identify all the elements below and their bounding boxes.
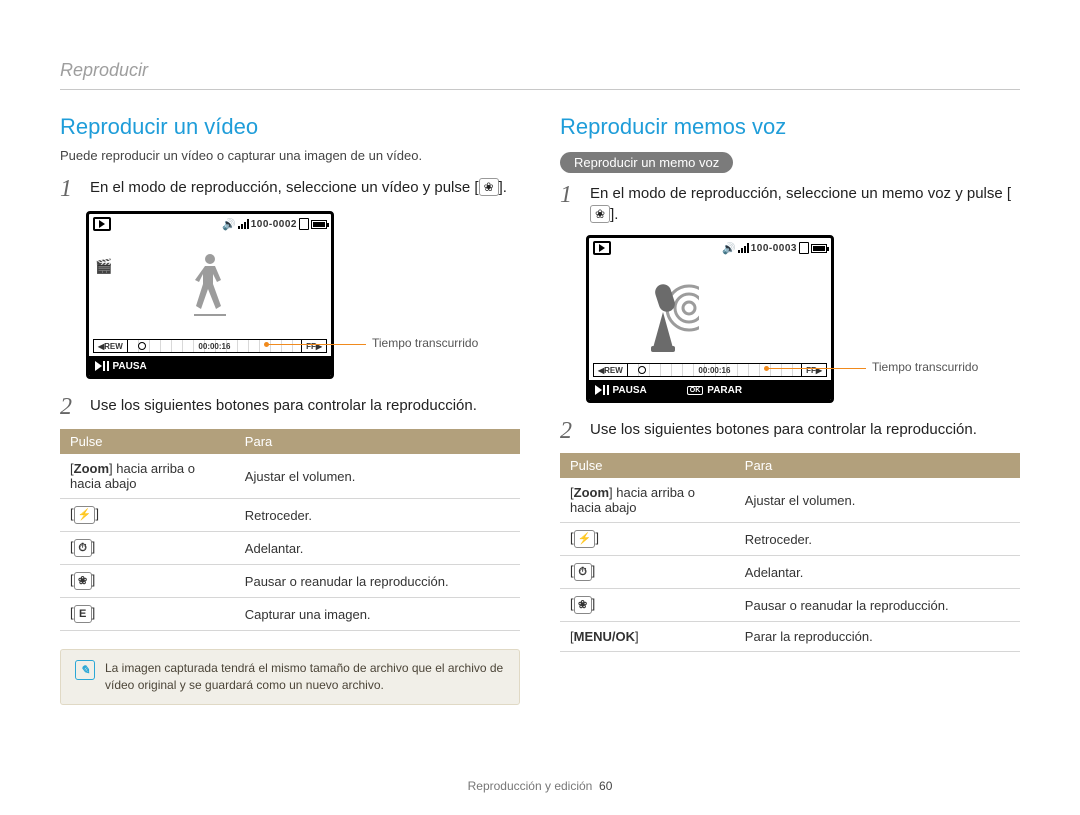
cell-pulse: [⚡] <box>560 523 735 556</box>
voice-step1: 1 En el modo de reproducción, seleccione… <box>560 183 1020 225</box>
forward-button[interactable]: FF ▶ <box>801 363 827 377</box>
rewind-button[interactable]: ◀ REW <box>593 363 628 377</box>
elapsed-time: 00:00:16 <box>198 342 230 351</box>
battery-icon <box>811 244 827 253</box>
subheading-pill: Reproducir un memo voz <box>560 152 733 173</box>
skater-silhouette <box>190 250 230 320</box>
cell-pulse: [⏱] <box>560 556 735 589</box>
table-row: [Zoom] hacia arriba o hacia abajoAjustar… <box>60 454 520 499</box>
cell-para: Adelantar. <box>235 532 520 565</box>
step2-text: Use los siguientes botones para controla… <box>590 419 977 443</box>
step-number: 2 <box>60 395 82 419</box>
sound-icon: 🔊 <box>222 218 236 231</box>
video-step1: 1 En el modo de reproducción, seleccione… <box>60 177 520 201</box>
table-row: [❀]Pausar o reanudar la reproducción. <box>60 565 520 598</box>
cell-para: Capturar una imagen. <box>235 598 520 631</box>
table-row: [❀]Pausar o reanudar la reproducción. <box>560 589 1020 622</box>
cell-pulse: [⚡] <box>60 499 235 532</box>
page-number: 60 <box>599 779 612 793</box>
cell-para: Ajustar el volumen. <box>235 454 520 499</box>
cell-pulse: [❀] <box>560 589 735 622</box>
table-row: [E]Capturar una imagen. <box>60 598 520 631</box>
voice-controls-table: Pulse Para [Zoom] hacia arriba o hacia a… <box>560 453 1020 652</box>
cell-pulse: [Zoom] hacia arriba o hacia abajo <box>60 454 235 499</box>
step1-text: En el modo de reproducción, seleccione u… <box>590 185 1011 202</box>
note-box: ✎ La imagen capturada tendrá el mismo ta… <box>60 649 520 705</box>
video-lcd-screenshot: 🔊 100-0002 🎬 ◀ REW 00:00 <box>86 211 334 379</box>
callout-elapsed: Tiempo transcurrido <box>372 336 478 350</box>
cell-pulse: [Zoom] hacia arriba o hacia abajo <box>560 478 735 523</box>
table-row: [⏱]Adelantar. <box>560 556 1020 589</box>
cell-para: Pausar o reanudar la reproducción. <box>235 565 520 598</box>
sound-icon: 🔊 <box>722 242 736 255</box>
signal-bars-icon <box>738 243 749 253</box>
flower-button-icon: ❀ <box>590 205 610 223</box>
note-text: La imagen capturada tendrá el mismo tama… <box>105 660 505 694</box>
cell-para: Retroceder. <box>735 523 1020 556</box>
footer-section: Reproducción y edición <box>468 779 593 793</box>
playback-mode-icon <box>93 217 111 231</box>
file-counter: 100-0003 <box>751 243 797 254</box>
step-number: 1 <box>60 177 82 201</box>
pause-control[interactable]: PAUSA <box>595 385 647 396</box>
table-row: [MENU/OK]Parar la reproducción. <box>560 622 1020 652</box>
elapsed-time: 00:00:16 <box>698 366 730 375</box>
cell-para: Parar la reproducción. <box>735 622 1020 652</box>
voice-step2: 2 Use los siguientes botones para contro… <box>560 419 1020 443</box>
right-column: Reproducir memos voz Reproducir un memo … <box>560 114 1020 705</box>
pause-control[interactable]: PAUSA <box>95 361 147 372</box>
signal-bars-icon <box>238 219 249 229</box>
cell-para: Ajustar el volumen. <box>735 478 1020 523</box>
voice-lcd-screenshot: 🔊 100-0003 ◀ REW <box>586 235 834 403</box>
left-column: Reproducir un vídeo Puede reproducir un … <box>60 114 520 705</box>
table-row: [Zoom] hacia arriba o hacia abajoAjustar… <box>560 478 1020 523</box>
th-pulse: Pulse <box>60 429 235 454</box>
step-number: 1 <box>560 183 582 225</box>
stop-control[interactable]: OK PARAR <box>687 385 742 396</box>
breadcrumb: Reproducir <box>60 60 1020 90</box>
cell-para: Adelantar. <box>735 556 1020 589</box>
sd-card-icon <box>799 242 809 254</box>
heading-voice: Reproducir memos voz <box>560 114 1020 140</box>
microphone-illustration <box>649 278 699 358</box>
th-para: Para <box>235 429 520 454</box>
flower-button-icon: ❀ <box>479 178 499 196</box>
cell-para: Pausar o reanudar la reproducción. <box>735 589 1020 622</box>
cell-pulse: [MENU/OK] <box>560 622 735 652</box>
video-step2: 2 Use los siguientes botones para contro… <box>60 395 520 419</box>
cell-pulse: [E] <box>60 598 235 631</box>
file-counter: 100-0002 <box>251 219 297 230</box>
table-row: [⚡]Retroceder. <box>60 499 520 532</box>
th-pulse: Pulse <box>560 453 735 478</box>
callout-elapsed: Tiempo transcurrido <box>872 360 978 374</box>
step1-tail: ]. <box>610 206 618 223</box>
page-footer: Reproducción y edición 60 <box>0 779 1080 793</box>
step2-text: Use los siguientes botones para controla… <box>90 395 477 419</box>
cell-pulse: [❀] <box>60 565 235 598</box>
rewind-button[interactable]: ◀ REW <box>93 339 128 353</box>
info-icon: ✎ <box>75 660 95 680</box>
video-mode-icon: 🎬 <box>95 258 112 275</box>
step-number: 2 <box>560 419 582 443</box>
battery-icon <box>311 220 327 229</box>
lead-video: Puede reproducir un vídeo o capturar una… <box>60 148 520 163</box>
table-row: [⏱]Adelantar. <box>60 532 520 565</box>
video-controls-table: Pulse Para [Zoom] hacia arriba o hacia a… <box>60 429 520 631</box>
step1-text: En el modo de reproducción, seleccione u… <box>90 179 479 196</box>
playback-mode-icon <box>593 241 611 255</box>
heading-video: Reproducir un vídeo <box>60 114 520 140</box>
sd-card-icon <box>299 218 309 230</box>
table-row: [⚡]Retroceder. <box>560 523 1020 556</box>
step1-tail: ]. <box>499 179 507 196</box>
cell-para: Retroceder. <box>235 499 520 532</box>
forward-button[interactable]: FF ▶ <box>301 339 327 353</box>
th-para: Para <box>735 453 1020 478</box>
cell-pulse: [⏱] <box>60 532 235 565</box>
